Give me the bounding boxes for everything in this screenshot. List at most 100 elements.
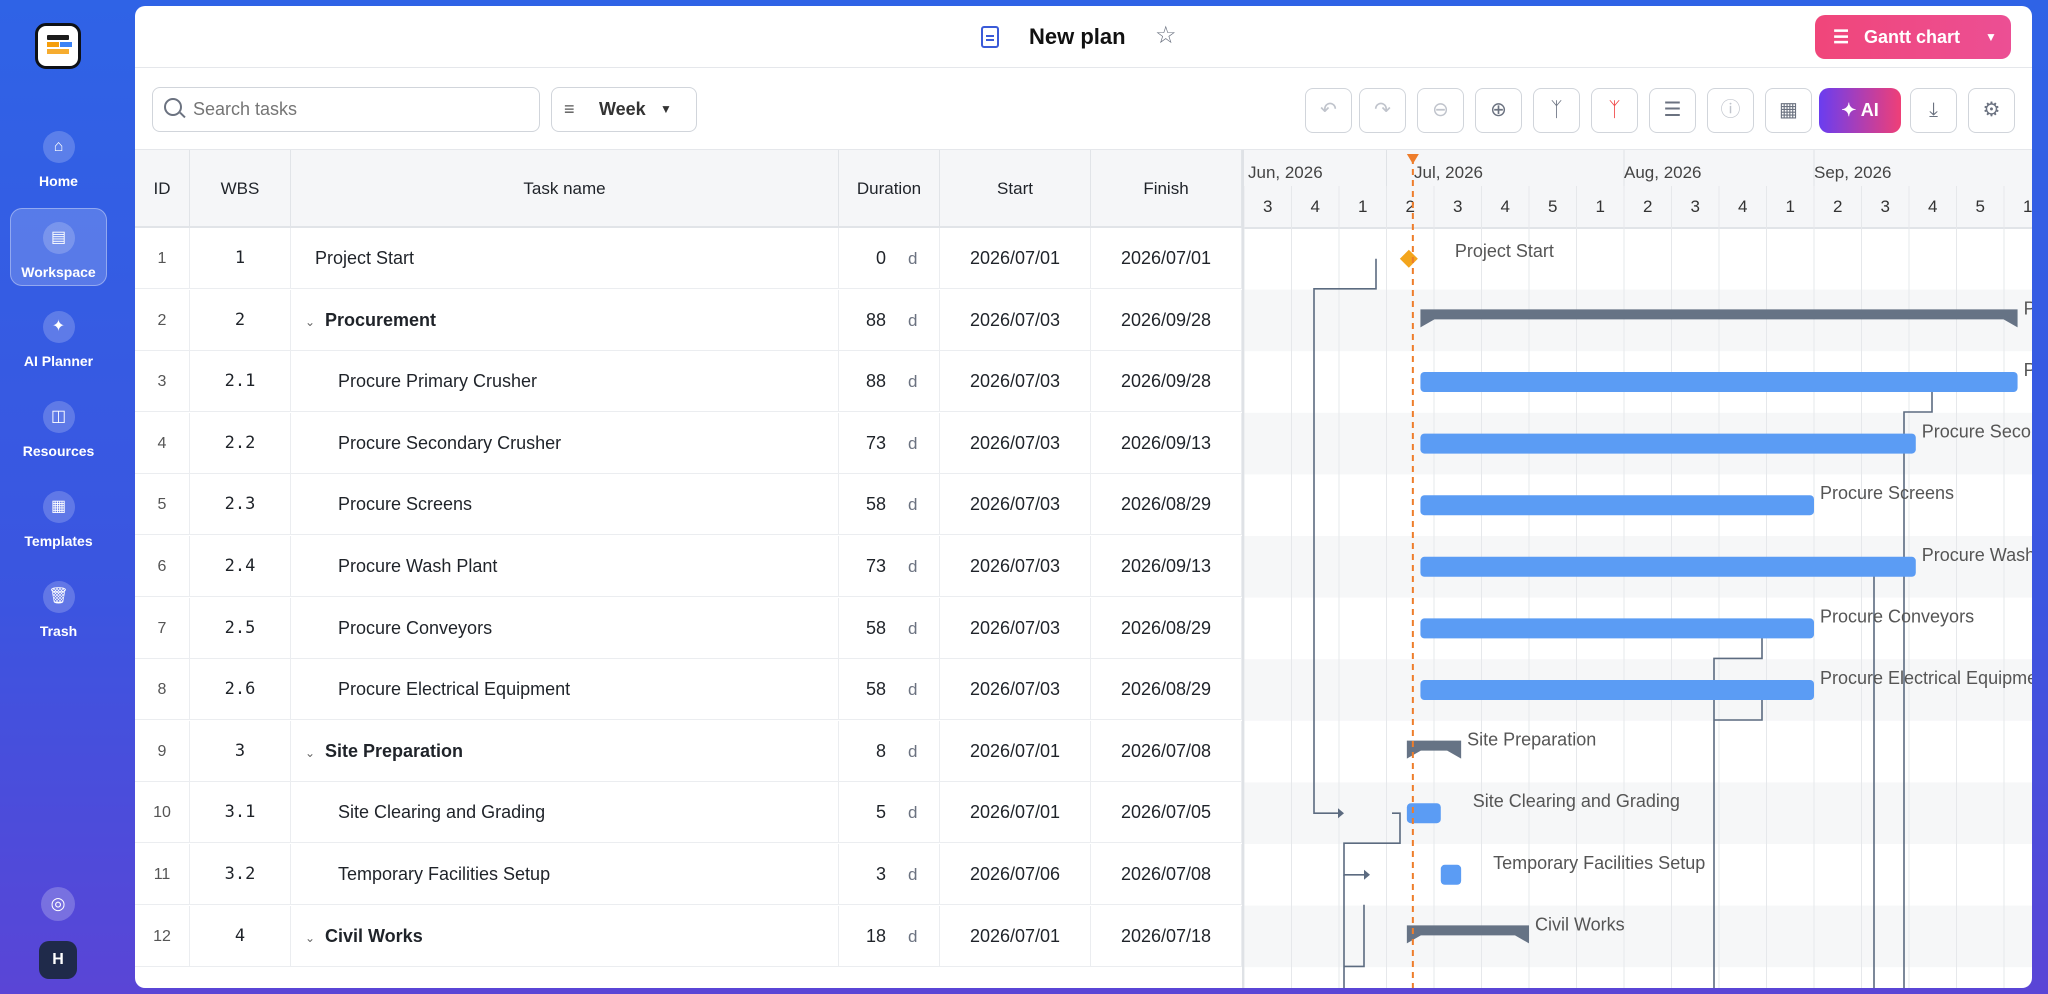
task-duration-cell[interactable]: 58 d — [839, 474, 940, 536]
task-name-cell[interactable]: ⌄ Procurement — [291, 289, 839, 351]
task-start[interactable]: 2026/07/03 — [940, 659, 1091, 721]
task-finish[interactable]: 2026/09/13 — [1091, 412, 1242, 474]
task-start[interactable]: 2026/07/06 — [940, 844, 1091, 905]
task-finish[interactable]: 2026/07/08 — [1091, 720, 1242, 782]
week-label: 1 — [1786, 197, 1795, 216]
task-start[interactable]: 2026/07/01 — [940, 720, 1091, 782]
nav-resources[interactable]: ◫ Resources — [10, 388, 107, 466]
table-row[interactable]: 4 2.2 Procure Secondary Crusher 73 d 2026/07/… — [135, 412, 1242, 474]
nav-workspace[interactable]: ▤ Workspace — [10, 208, 107, 286]
task-name-cell[interactable]: ⌄ Site Preparation — [291, 720, 839, 782]
task-id: 12 — [135, 905, 190, 967]
task-finish[interactable]: 2026/08/29 — [1091, 474, 1242, 536]
redo-button[interactable]: ↷ — [1359, 88, 1406, 133]
table-row[interactable]: 5 2.3 Procure Screens 58 d 2026/07/03 2026/08/… — [135, 474, 1242, 536]
ai-button[interactable]: ✦ AI — [1819, 88, 1901, 133]
task-finish[interactable]: 2026/09/13 — [1091, 536, 1242, 597]
task-duration-cell[interactable]: 8d — [839, 720, 940, 782]
task-name-cell[interactable]: ⌄ Civil Works — [291, 905, 839, 967]
task-duration-cell[interactable]: 18 d — [839, 905, 940, 967]
zoom-in-button[interactable]: ⊕ — [1475, 88, 1522, 133]
col-duration[interactable]: Duration — [839, 150, 940, 228]
collapse-chevron-icon[interactable]: ⌄ — [305, 723, 325, 782]
table-row[interactable]: 10 3.1 Site Clearing and Grading 5 d 2026/07/… — [135, 782, 1242, 844]
table-row[interactable]: 6 2.4 Procure Wash Plant 73 d 2026/07/03 2026/… — [135, 536, 1242, 597]
task-name-cell[interactable]: Procure Screens — [291, 474, 839, 536]
task-start[interactable]: 2026/07/03 — [940, 597, 1091, 659]
task-start[interactable]: 2026/07/03 — [940, 289, 1091, 351]
task-duration-cell[interactable]: 0d — [839, 228, 940, 289]
zoom-out-icon: ⊖ — [1432, 99, 1449, 121]
task-name-cell[interactable]: Procure Electrical Equipment — [291, 659, 839, 721]
nav-home[interactable]: ⌂ Home — [10, 118, 107, 196]
task-name-cell[interactable]: Temporary Facilities Setup — [291, 844, 839, 905]
star-icon[interactable]: ☆ — [1155, 21, 1177, 50]
critical-path-button[interactable]: ᛉ — [1591, 88, 1638, 133]
task-finish[interactable]: 2026/09/28 — [1091, 289, 1242, 351]
task-name-cell[interactable]: Procure Secondary Crusher — [291, 412, 839, 474]
table-row[interactable]: 11 3.2 Temporary Facilities Setup 3 d 2026/07… — [135, 844, 1242, 905]
task-duration-cell[interactable]: 73 d — [839, 536, 940, 597]
info-button[interactable]: ⓘ — [1707, 88, 1754, 133]
gantt-chart[interactable]: Jun, 2026 Jul, 2026 Aug, 2026 Sep, 2026 3 4 1 2… — [1242, 150, 2032, 988]
gantt-canvas[interactable]: Jun, 2026 Jul, 2026 Aug, 2026 Sep, 2026 3 4 1 2… — [1244, 150, 2032, 988]
task-duration-cell[interactable]: 5d — [839, 782, 940, 844]
col-id[interactable]: ID — [135, 150, 190, 228]
table-row[interactable]: 1 1 Project Start 0 d 2026/07/01 2026/07/01 — [135, 228, 1242, 289]
task-duration-cell[interactable]: 58 d — [839, 659, 940, 721]
collapse-chevron-icon[interactable]: ⌄ — [305, 292, 325, 351]
timescale-select[interactable]: ≡ Week ▼ — [551, 87, 697, 132]
task-start[interactable]: 2026/07/01 — [940, 905, 1091, 967]
branch-button[interactable]: ᛉ — [1533, 88, 1580, 133]
task-name-cell[interactable]: Project Start — [291, 228, 839, 289]
app-logo[interactable] — [35, 23, 81, 69]
task-name-cell[interactable]: Procure Conveyors — [291, 597, 839, 659]
task-finish[interactable]: 2026/07/05 — [1091, 782, 1242, 844]
task-duration-cell[interactable]: 58 d — [839, 597, 940, 659]
task-start[interactable]: 2026/07/03 — [940, 474, 1091, 536]
task-start[interactable]: 2026/07/03 — [940, 412, 1091, 474]
task-name-cell[interactable]: Procure Primary Crusher — [291, 351, 839, 413]
table-row[interactable]: 9 3 ⌄ Site Preparation 8 d 2026/07/01 2026/07/0… — [135, 720, 1242, 782]
table-row[interactable]: 8 2.6 Procure Electrical Equipment 58 d 2026/… — [135, 659, 1242, 721]
task-finish[interactable]: 2026/08/29 — [1091, 659, 1242, 721]
avatar[interactable]: H — [39, 941, 77, 979]
checklist-button[interactable]: ☰ — [1649, 88, 1696, 133]
col-task-name[interactable]: Task name — [291, 150, 839, 228]
settings-button[interactable]: ⚙ — [1968, 88, 2015, 133]
collapse-chevron-icon[interactable]: ⌄ — [305, 908, 325, 967]
task-name-cell[interactable]: Site Clearing and Grading — [291, 782, 839, 844]
task-start[interactable]: 2026/07/03 — [940, 536, 1091, 597]
task-finish[interactable]: 2026/07/18 — [1091, 905, 1242, 967]
col-wbs[interactable]: WBS — [190, 150, 291, 228]
task-finish[interactable]: 2026/09/28 — [1091, 351, 1242, 413]
calendar-button[interactable]: ▦ — [1765, 88, 1812, 133]
task-name-cell[interactable]: Procure Wash Plant — [291, 536, 839, 597]
table-row[interactable]: 2 2 ⌄ Procurement 88 d 2026/07/03 2026/09/28 — [135, 289, 1242, 351]
task-finish[interactable]: 2026/08/29 — [1091, 597, 1242, 659]
task-duration-cell[interactable]: 88 d — [839, 289, 940, 351]
col-finish[interactable]: Finish — [1091, 150, 1242, 228]
task-duration-cell[interactable]: 73 d — [839, 412, 940, 474]
undo-button[interactable]: ↶ — [1305, 88, 1352, 133]
task-start[interactable]: 2026/07/03 — [940, 351, 1091, 413]
table-row[interactable]: 3 2.1 Procure Primary Crusher 88 d 2026/07/03… — [135, 351, 1242, 413]
task-finish[interactable]: 2026/07/01 — [1091, 228, 1242, 289]
nav-trash[interactable]: 🗑 Trash — [10, 568, 107, 646]
zoom-out-button[interactable]: ⊖ — [1417, 88, 1464, 133]
search-input[interactable] — [193, 88, 533, 131]
col-start[interactable]: Start — [940, 150, 1091, 228]
nav-templates[interactable]: ▦ Templates — [10, 478, 107, 556]
download-button[interactable]: ⤓ — [1910, 88, 1957, 133]
view-switch-button[interactable]: ☰ Gantt chart ▼ — [1815, 15, 2011, 59]
task-finish[interactable]: 2026/07/08 — [1091, 844, 1242, 905]
help-icon[interactable]: ◎ — [41, 887, 75, 921]
table-row[interactable]: 12 4 ⌄ Civil Works 18 d 2026/07/01 2026/07/18 — [135, 905, 1242, 967]
nav-ai-planner[interactable]: ✦ AI Planner — [10, 298, 107, 376]
task-start[interactable]: 2026/07/01 — [940, 782, 1091, 844]
task-duration-cell[interactable]: 3d — [839, 844, 940, 905]
task-duration-cell[interactable]: 88 d — [839, 351, 940, 413]
page-title[interactable]: New plan — [1029, 24, 1126, 50]
table-row[interactable]: 7 2.5 Procure Conveyors 58 d 2026/07/03 2026/0… — [135, 597, 1242, 659]
task-start[interactable]: 2026/07/01 — [940, 228, 1091, 289]
